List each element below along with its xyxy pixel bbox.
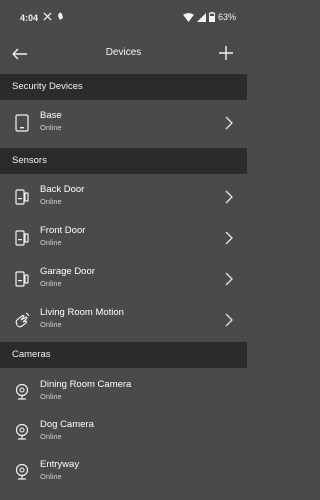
x-app-icon (43, 12, 52, 23)
device-row-base[interactable]: Base Online (0, 103, 247, 143)
device-status: Online (40, 238, 62, 247)
device-name: Back Door (40, 184, 85, 195)
device-name: Dining Room Camera (40, 379, 132, 390)
device-name: Garage Door (40, 266, 95, 277)
camera-icon (15, 383, 29, 400)
device-name: Base (40, 110, 62, 121)
camera-icon (15, 423, 29, 440)
battery-icon (208, 12, 215, 22)
device-name: Living Room Motion (40, 307, 124, 318)
device-row-dog-camera[interactable]: Dog Camera Online (0, 412, 247, 452)
base-station-icon (15, 114, 29, 132)
door-sensor-icon (15, 189, 29, 205)
device-row-living-room-motion[interactable]: Living Room Motion Online (0, 300, 247, 340)
device-status: Online (40, 392, 62, 401)
notification-icon (57, 12, 65, 23)
status-left: 4:04 (20, 12, 65, 23)
add-device-button[interactable] (217, 44, 235, 62)
door-sensor-icon (15, 230, 29, 246)
motion-sensor-icon (15, 312, 30, 328)
status-right: 63% (183, 12, 236, 22)
device-status: Online (40, 472, 62, 481)
camera-icon (15, 463, 29, 480)
device-row-front-door[interactable]: Front Door Online (0, 218, 247, 258)
chevron-right-icon (225, 190, 233, 204)
battery-percent: 63% (217, 12, 236, 22)
device-row-entryway[interactable]: Entryway Online (0, 452, 247, 492)
device-status: Online (40, 197, 62, 206)
door-sensor-icon (15, 271, 29, 287)
device-status: Online (40, 279, 62, 288)
device-status: Online (40, 432, 62, 441)
section-header-security-devices: Security Devices (0, 74, 247, 100)
wifi-icon (183, 12, 194, 22)
cellular-signal-icon (196, 12, 206, 22)
device-row-garage-door[interactable]: Garage Door Online (0, 259, 247, 299)
device-row-back-door[interactable]: Back Door Online (0, 177, 247, 217)
chevron-right-icon (225, 313, 233, 327)
section-header-cameras: Cameras (0, 342, 247, 368)
plus-icon (219, 46, 233, 60)
device-name: Dog Camera (40, 419, 94, 430)
chevron-right-icon (225, 116, 233, 130)
app-header: Devices (0, 34, 247, 74)
chevron-right-icon (225, 231, 233, 245)
device-status: Online (40, 320, 62, 329)
device-name: Front Door (40, 225, 86, 236)
device-status: Online (40, 123, 62, 132)
page-title: Devices (105, 47, 142, 58)
section-header-sensors: Sensors (0, 148, 247, 174)
device-name: Entryway (40, 459, 80, 470)
chevron-right-icon (225, 272, 233, 286)
status-time: 4:04 (20, 12, 39, 23)
status-bar: 4:04 63% (0, 0, 247, 34)
device-row-dining-room-camera[interactable]: Dining Room Camera Online (0, 372, 247, 412)
